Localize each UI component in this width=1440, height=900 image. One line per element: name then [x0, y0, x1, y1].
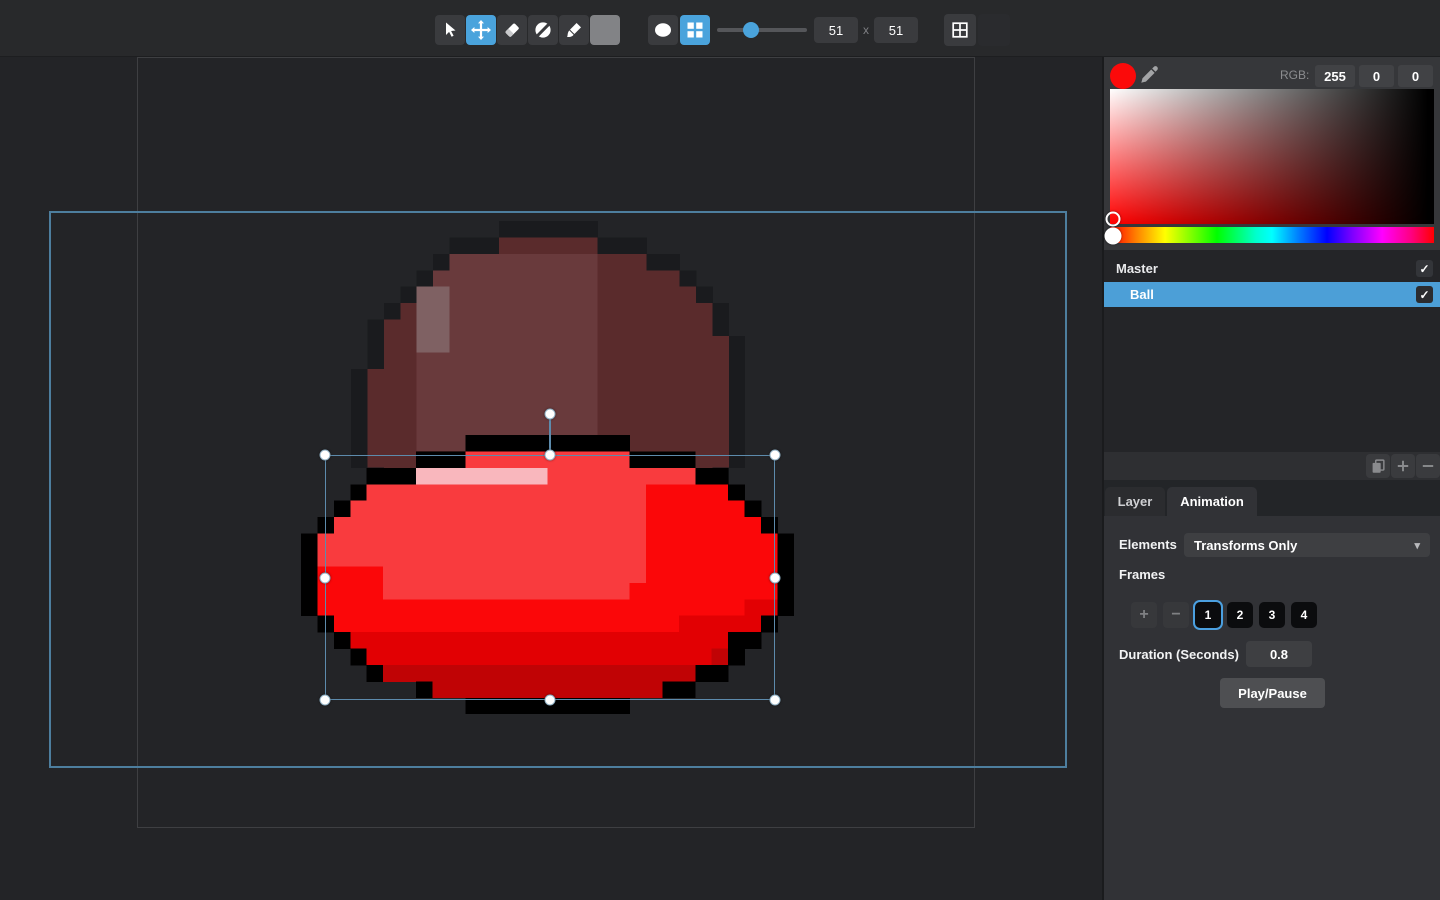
pixel-pattern-icon	[685, 20, 705, 40]
hue-knob[interactable]	[1105, 228, 1122, 245]
plus-icon	[1395, 458, 1411, 474]
canvas-surface[interactable]	[0, 57, 1102, 900]
layer-name: Ball	[1104, 287, 1154, 302]
brush-icon	[564, 20, 584, 40]
cursor-tool-button[interactable]	[435, 15, 465, 45]
elements-label: Elements	[1119, 537, 1177, 552]
selection-handle-middle-left[interactable]	[319, 572, 330, 583]
size-separator: x	[859, 17, 873, 43]
duration-label: Duration (Seconds)	[1119, 647, 1239, 662]
selection-handle-top-left[interactable]	[319, 450, 330, 461]
brush-size-slider[interactable]	[717, 28, 807, 32]
eraser-tool-button[interactable]	[497, 15, 527, 45]
frames-row: + − 1234	[1131, 602, 1317, 628]
selection-handle-bottom-left[interactable]	[319, 695, 330, 706]
selection-rotation-handle[interactable]	[544, 409, 555, 420]
toolbar: 51 x 51	[0, 0, 1440, 57]
selection-handle-bottom-right[interactable]	[770, 695, 781, 706]
selection-rect	[325, 455, 776, 700]
ink-icon	[533, 20, 553, 40]
add-layer-button[interactable]	[1391, 454, 1415, 478]
current-color-swatch[interactable]	[1110, 63, 1136, 89]
grid-secondary-toggle-button[interactable]	[978, 14, 1010, 46]
selection-handle-middle-right[interactable]	[770, 572, 781, 583]
tab-animation[interactable]: Animation	[1167, 487, 1257, 516]
move-tool-button[interactable]	[466, 15, 496, 45]
selection-handle-bottom-center[interactable]	[544, 695, 555, 706]
layer-name: Master	[1104, 261, 1158, 276]
ellipse-tool-button[interactable]	[648, 15, 678, 45]
rgb-label: RGB:	[1280, 68, 1314, 82]
layer-visibility-checkbox[interactable]: ✓	[1416, 260, 1433, 277]
rgb-g-input[interactable]: 0	[1359, 65, 1394, 87]
remove-frame-button[interactable]: −	[1163, 602, 1189, 628]
secondary-color-swatch[interactable]	[590, 15, 620, 45]
animation-tab-content: Elements Transforms Only ▾ Frames + − 12…	[1104, 516, 1440, 900]
chevron-down-icon: ▾	[1414, 539, 1420, 552]
duplicate-layer-button[interactable]	[1366, 454, 1390, 478]
remove-layer-button[interactable]	[1416, 454, 1440, 478]
selection-handle-top-center[interactable]	[544, 450, 555, 461]
minus-icon	[1420, 458, 1436, 474]
canvas-width-input[interactable]: 51	[814, 17, 858, 43]
elements-dropdown[interactable]: Transforms Only ▾	[1184, 533, 1430, 557]
layer-list-toolbar	[1104, 452, 1440, 480]
tab-layer[interactable]: Layer	[1105, 487, 1165, 516]
canvas-height-input[interactable]: 51	[874, 17, 918, 43]
duration-input[interactable]: 0.8	[1246, 641, 1312, 667]
layer-visibility-checkbox[interactable]: ✓	[1416, 286, 1433, 303]
frame-button-1[interactable]: 1	[1195, 602, 1221, 628]
app-window: 51 x 51 RGB: 255 0	[0, 0, 1440, 900]
elements-dropdown-value: Transforms Only	[1194, 538, 1297, 553]
frame-buttons: 1234	[1195, 602, 1317, 628]
color-picker-section: RGB: 255 0 0	[1104, 57, 1440, 250]
ellipse-icon	[653, 20, 673, 40]
right-panel: RGB: 255 0 0 Master ✓ Ball ✓	[1102, 57, 1440, 900]
add-frame-button[interactable]: +	[1131, 602, 1157, 628]
layer-row-ball[interactable]: Ball ✓	[1104, 282, 1440, 307]
frame-button-3[interactable]: 3	[1259, 602, 1285, 628]
grid-icon	[950, 20, 970, 40]
frames-label: Frames	[1119, 567, 1165, 582]
layer-row-master[interactable]: Master ✓	[1104, 256, 1440, 281]
panel-tabs: LayerAnimation	[1104, 480, 1440, 516]
grid-toggle-button[interactable]	[944, 14, 976, 46]
eraser-icon	[502, 20, 522, 40]
play-pause-button[interactable]: Play/Pause	[1220, 678, 1325, 708]
slider-knob[interactable]	[743, 22, 759, 38]
frame-button-4[interactable]: 4	[1291, 602, 1317, 628]
rgb-b-input[interactable]: 0	[1398, 65, 1433, 87]
duplicate-icon	[1369, 457, 1387, 475]
eyedropper-icon	[1138, 64, 1160, 86]
layers-list: Master ✓ Ball ✓	[1104, 250, 1440, 452]
gradient-selector-ring[interactable]	[1106, 212, 1121, 227]
saturation-value-gradient[interactable]	[1110, 89, 1434, 224]
brush-tool-button[interactable]	[559, 15, 589, 45]
rgb-r-input[interactable]: 255	[1315, 65, 1355, 87]
pixel-pattern-tool-button[interactable]	[680, 15, 710, 45]
hue-slider[interactable]	[1110, 227, 1434, 243]
frame-button-2[interactable]: 2	[1227, 602, 1253, 628]
move-icon	[470, 19, 492, 41]
selection-handle-top-right[interactable]	[770, 450, 781, 461]
ink-tool-button[interactable]	[528, 15, 558, 45]
eyedropper-button[interactable]	[1138, 64, 1160, 86]
cursor-icon	[440, 20, 460, 40]
